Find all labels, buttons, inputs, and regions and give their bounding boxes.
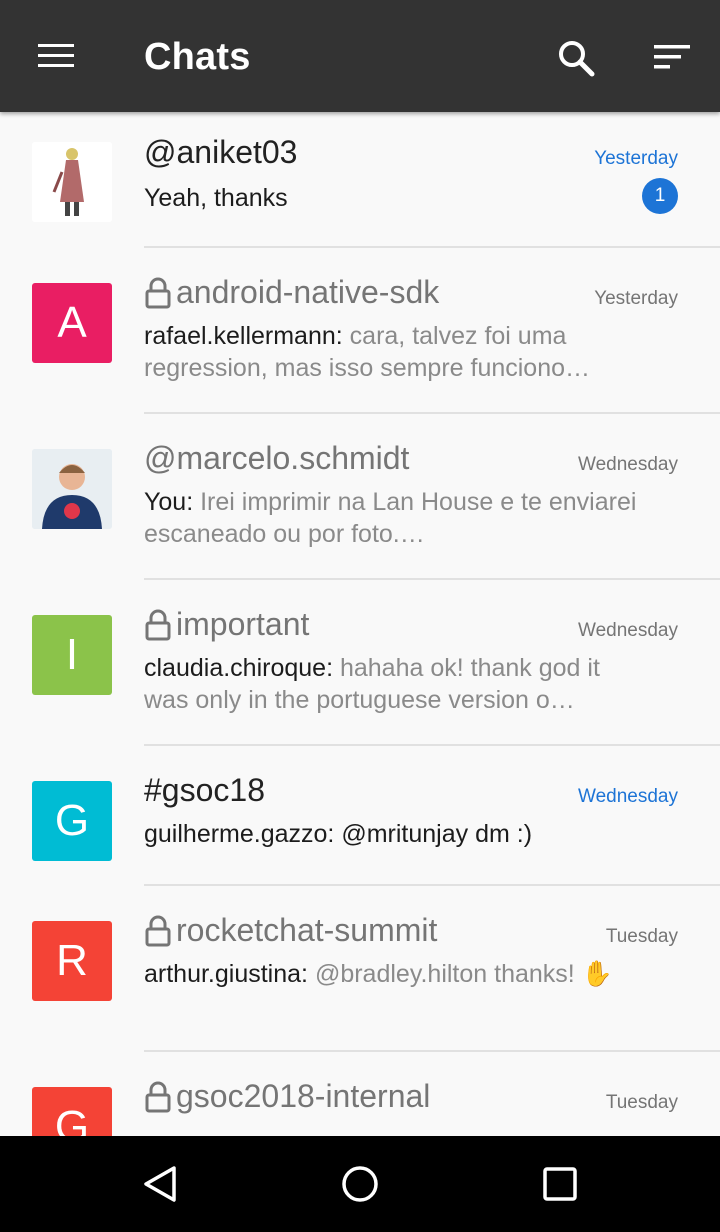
lock-icon [145, 609, 171, 640]
page-title: Chats [144, 36, 251, 78]
app-bar: Chats [0, 0, 720, 112]
home-circle-icon[interactable] [340, 1164, 380, 1204]
avatar: A [32, 283, 112, 363]
chat-name: @ aniket03 [144, 134, 298, 170]
lock-icon [145, 1081, 171, 1112]
chat-name: rocketchat-summit [144, 912, 437, 949]
chat-last-message: guilherme.gazzo: @mritunjay dm :) [144, 820, 533, 848]
back-triangle-icon[interactable] [140, 1164, 180, 1204]
chat-row-gsoc18[interactable]: G # gsoc18 Wednesday guilherme.gazzo: @mr… [0, 746, 720, 886]
message-author: You: [144, 488, 194, 516]
message-author: claudia.chiroque: [144, 654, 334, 682]
chat-name: @ marcelo.schmidt [144, 440, 410, 476]
chat-last-message: You: Irei imprimir na Lan House e te env… [144, 488, 637, 548]
chat-name: # gsoc18 [144, 772, 265, 808]
sort-icon[interactable] [652, 42, 692, 74]
avatar [32, 142, 112, 222]
search-icon[interactable] [556, 38, 596, 78]
chat-time: Wednesday [578, 454, 678, 475]
chat-time: Tuesday [605, 1092, 678, 1113]
chat-name: gsoc2018-internal [144, 1078, 430, 1115]
avatar: G [32, 781, 112, 861]
unread-badge: 1 [642, 178, 678, 214]
chat-row-marcelo-schmidt[interactable]: @ marcelo.schmidt Wednesday You: Irei imp… [0, 414, 720, 580]
lock-icon [145, 277, 171, 308]
system-nav-bar [0, 1136, 720, 1232]
chat-name: android-native-sdk [144, 274, 439, 311]
recents-square-icon[interactable] [540, 1164, 580, 1204]
chat-time: Yesterday [594, 148, 678, 169]
chat-last-message: arthur.giustina: @bradley.hilton thanks!… [144, 960, 613, 988]
chat-time: Wednesday [578, 620, 678, 641]
avatar: I [32, 615, 112, 695]
chat-row-important[interactable]: I important Wednesday claudia.chiroque: … [0, 580, 720, 746]
message-author: rafael.kellermann: [144, 322, 343, 350]
avatar: R [32, 921, 112, 1001]
chat-name: important [144, 606, 309, 643]
avatar [32, 449, 112, 529]
message-author: arthur.giustina: [144, 960, 308, 988]
chat-last-message: claudia.chiroque: hahaha ok! thank god i… [144, 654, 600, 714]
hamburger-icon[interactable] [38, 44, 74, 68]
chat-last-message: Yeah, thanks [144, 184, 288, 212]
lock-icon [145, 915, 171, 946]
avatar: G [32, 1087, 112, 1136]
chat-row-rocketchat-summit[interactable]: R rocketchat-summit Tuesday arthur.giust… [0, 886, 720, 1052]
chat-row-aniket03[interactable]: @ aniket03 Yesterday Yeah, thanks 1 [0, 112, 720, 248]
chat-row-gsoc2018-internal[interactable]: G gsoc2018-internal Tuesday [0, 1052, 720, 1136]
chat-row-android-native-sdk[interactable]: A android-native-sdk Yesterday rafael.ke… [0, 248, 720, 414]
chat-time: Yesterday [594, 288, 678, 309]
chat-list: @ aniket03 Yesterday Yeah, thanks 1 A and… [0, 112, 720, 1136]
chat-time: Wednesday [578, 786, 678, 807]
chat-time: Tuesday [605, 926, 678, 947]
chat-last-message: rafael.kellermann: cara, talvez foi uma … [144, 322, 591, 382]
